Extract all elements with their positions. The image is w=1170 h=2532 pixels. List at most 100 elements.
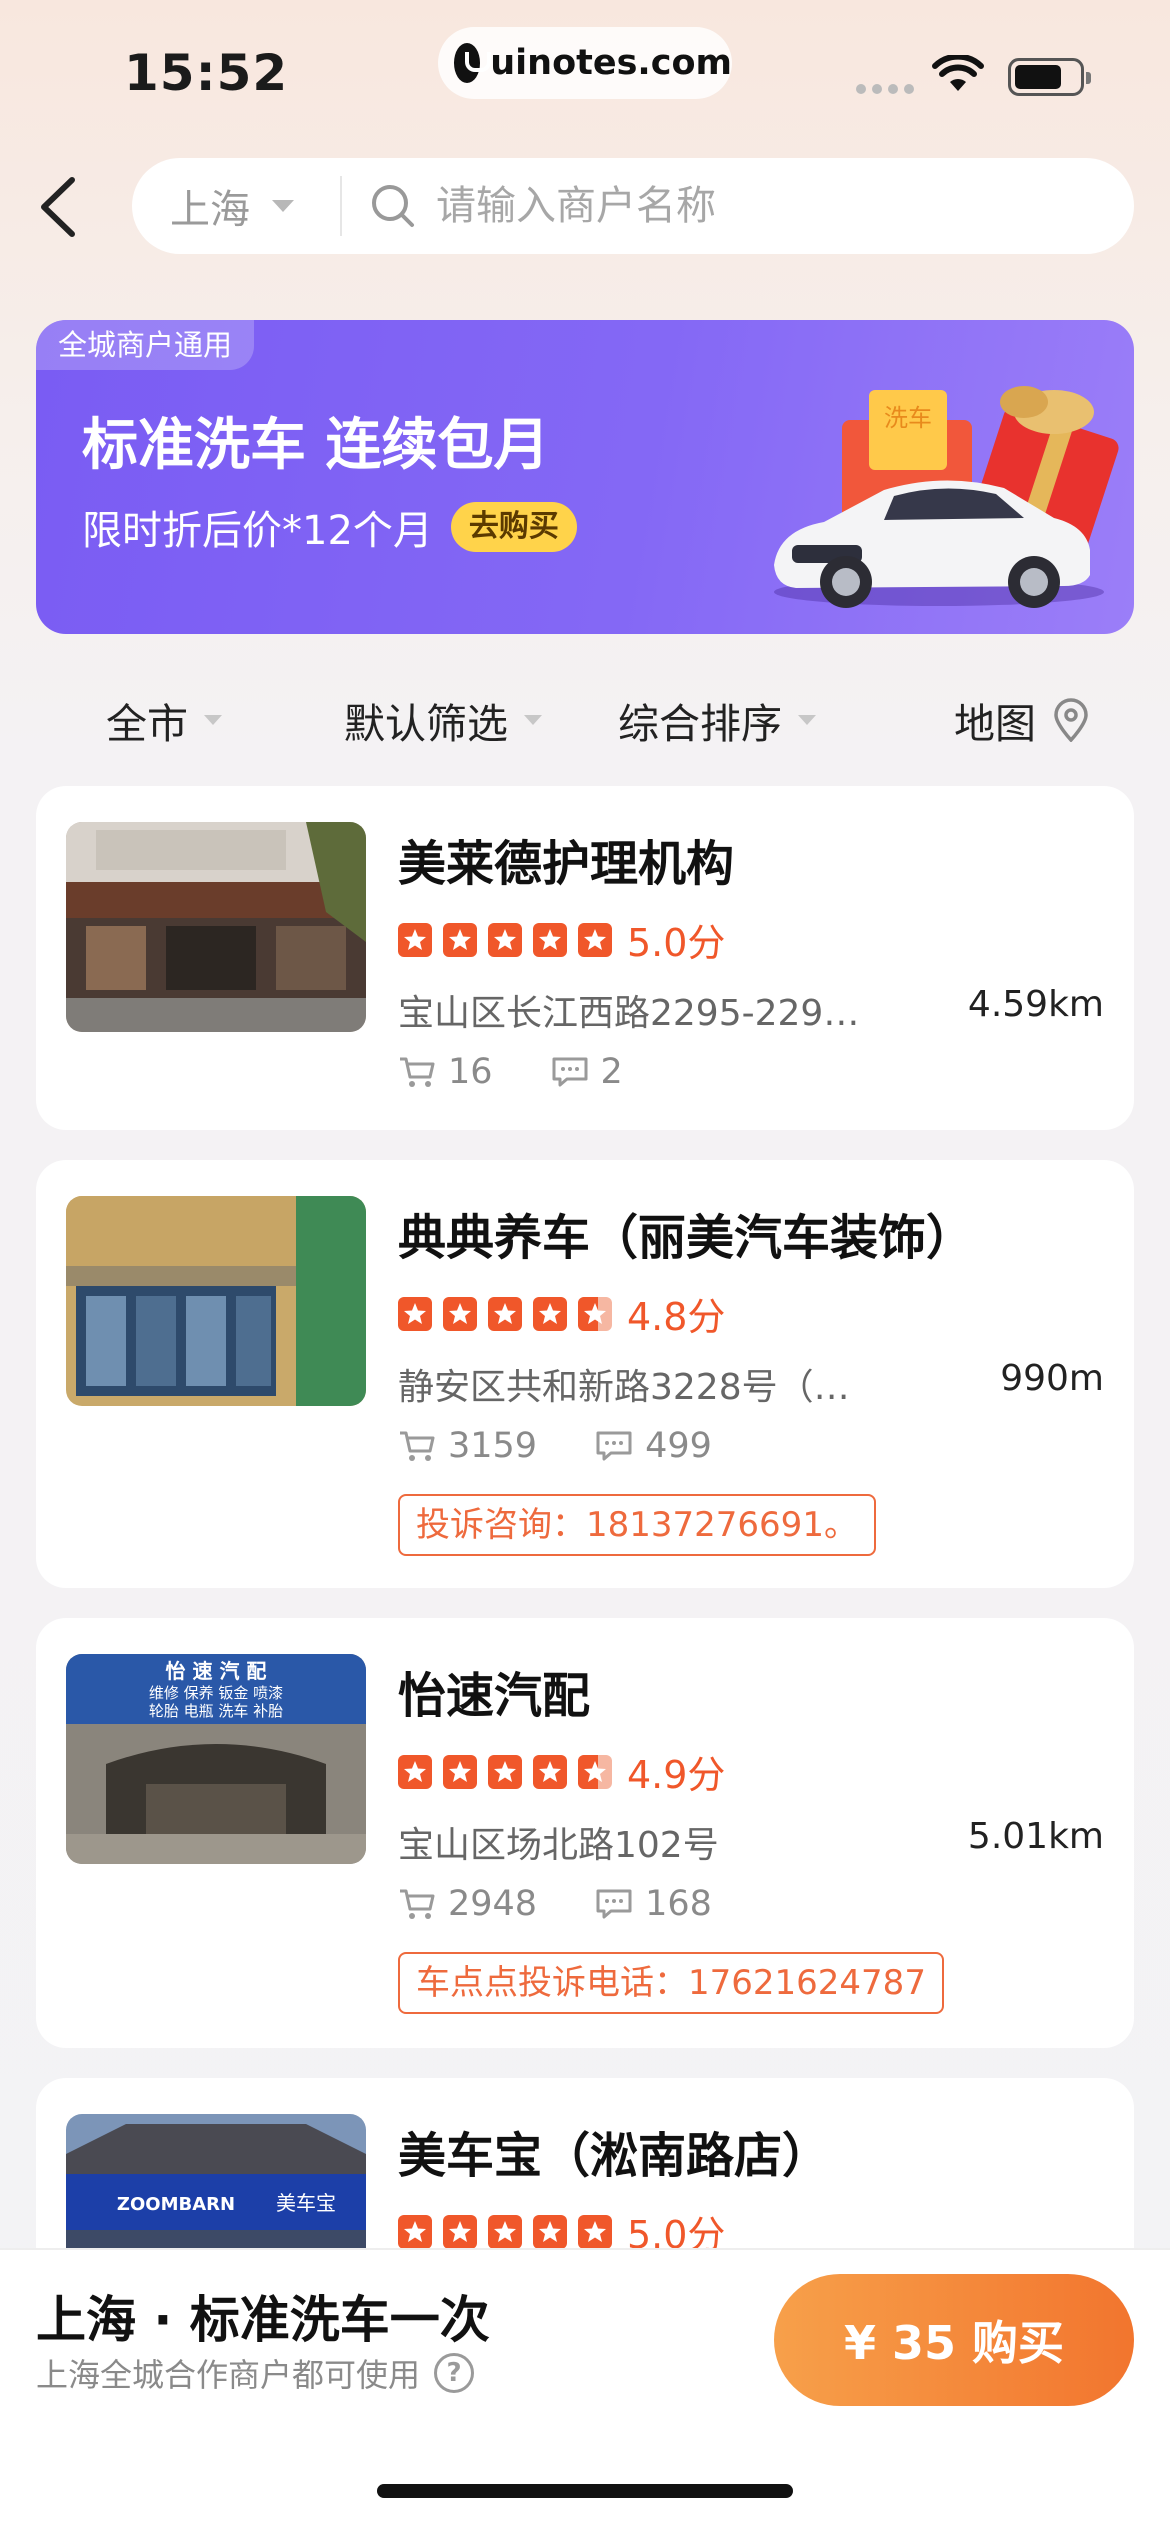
help-icon[interactable]: ? xyxy=(434,2353,475,2393)
sort-label: 综合排序 xyxy=(618,700,782,748)
star-icon xyxy=(398,2214,432,2249)
chevron-down-icon xyxy=(204,715,222,725)
url-text: uinotes.com xyxy=(490,43,732,83)
shop-distance: 4.59km xyxy=(967,984,1104,1025)
rating-stars: 4.8分 xyxy=(398,1286,725,1341)
sign-line-2: 美车宝 xyxy=(276,2191,336,2215)
star-icon xyxy=(533,922,567,957)
filter-city-label: 全市 xyxy=(106,700,188,748)
gift-card-text: 洗车 xyxy=(884,404,932,432)
status-bar: 15:52 uinotes.com xyxy=(0,0,1170,150)
star-icon xyxy=(398,1296,432,1331)
shop-stats: 2948 168 xyxy=(398,1884,770,1924)
shop-distance: 990m xyxy=(1000,1358,1104,1399)
star-icon xyxy=(578,2214,612,2249)
comment-icon xyxy=(596,1889,632,1919)
order-count: 16 xyxy=(398,1052,493,1092)
city-label: 上海 xyxy=(170,187,250,233)
cellular-signal-icon xyxy=(856,84,914,94)
complaint-notice: 投诉咨询：18137276691。 xyxy=(398,1494,876,1556)
star-icon xyxy=(488,1754,522,1789)
shop-stats: 3159 499 xyxy=(398,1426,770,1466)
shop-stats: 16 2 xyxy=(398,1052,681,1092)
product-title: 上海 · 标准洗车一次 xyxy=(36,2291,490,2349)
back-arrow-icon[interactable] xyxy=(30,172,90,242)
shop-name: 美莱德护理机构 xyxy=(398,836,735,892)
battery-icon xyxy=(1008,58,1091,96)
star-icon xyxy=(533,2214,567,2249)
banner-subtitle-text: 限时折后价*12个月 xyxy=(82,508,433,554)
site-logo-icon xyxy=(454,43,492,83)
star-icon xyxy=(488,922,522,957)
url-pill[interactable]: uinotes.com xyxy=(438,27,732,99)
shop-name: 怡速汽配 xyxy=(398,1668,591,1724)
banner-title: 标准洗车 连续包月 xyxy=(82,413,550,478)
comment-icon xyxy=(596,1431,632,1461)
sign-line-1: 怡 速 汽 配 xyxy=(166,1659,267,1683)
map-label: 地图 xyxy=(954,700,1036,748)
rating-score: 4.9分 xyxy=(627,1753,726,1797)
search-input[interactable] xyxy=(436,183,1056,229)
star-icon xyxy=(443,1296,477,1331)
search-icon xyxy=(372,185,414,227)
filter-city-dropdown[interactable]: 全市 xyxy=(106,690,222,750)
star-icon xyxy=(398,1754,432,1789)
banner-subtitle: 限时折后价*12个月 去购买 xyxy=(82,498,577,556)
rating-score: 5.0分 xyxy=(627,921,726,965)
star-icon xyxy=(398,922,432,957)
shop-card[interactable]: 怡 速 汽 配 维修 保养 钣金 喷漆 轮胎 电瓶 洗车 补胎 怡速汽配 4.9… xyxy=(36,1618,1134,2048)
shop-photo xyxy=(66,822,366,1032)
star-icon xyxy=(578,922,612,957)
buy-button[interactable]: ¥ 35 购买 xyxy=(774,2274,1134,2406)
comment-count: 168 xyxy=(595,1884,712,1924)
complaint-notice: 车点点投诉电话：17621624787 xyxy=(398,1952,944,2014)
star-icon xyxy=(443,922,477,957)
chevron-down-icon xyxy=(798,715,816,725)
banner-buy-button[interactable]: 去购买 xyxy=(450,502,577,552)
order-count: 3159 xyxy=(398,1426,537,1466)
home-indicator xyxy=(377,2484,793,2498)
filter-default-dropdown[interactable]: 默认筛选 xyxy=(344,690,542,750)
map-button[interactable]: 地图 xyxy=(954,690,1090,750)
star-icon xyxy=(443,1754,477,1789)
half-star-icon xyxy=(578,1296,612,1331)
order-count: 2948 xyxy=(398,1884,537,1924)
promo-banner[interactable]: 全城商户通用 标准洗车 连续包月 限时折后价*12个月 去购买 洗车 xyxy=(36,320,1134,634)
rating-stars: 5.0分 xyxy=(398,912,725,967)
sign-line-1: ZOOMBARN xyxy=(117,2194,235,2215)
star-icon xyxy=(488,2214,522,2249)
shop-distance: 5.01km xyxy=(967,1816,1104,1857)
location-pin-icon xyxy=(1054,698,1088,742)
shop-address: 宝山区长江西路2295-2297号 xyxy=(398,993,878,1034)
rating-score: 4.8分 xyxy=(627,1295,726,1339)
comment-count: 2 xyxy=(551,1052,623,1092)
star-icon xyxy=(488,1296,522,1331)
comment-icon xyxy=(552,1057,588,1087)
filter-default-label: 默认筛选 xyxy=(344,700,508,748)
shop-address: 静安区共和新路3228号（… xyxy=(398,1367,850,1408)
comment-count: 499 xyxy=(595,1426,712,1466)
star-icon xyxy=(533,1296,567,1331)
shop-name: 典典养车（丽美汽车装饰） xyxy=(398,1210,975,1266)
rating-stars: 4.9分 xyxy=(398,1744,725,1799)
search-bar: 上海 xyxy=(132,158,1134,254)
shop-card[interactable]: 典典养车（丽美汽车装饰） 4.8分 静安区共和新路3228号（… 990m 31… xyxy=(36,1160,1134,1588)
star-icon xyxy=(443,2214,477,2249)
car-gift-illustration: 洗车 xyxy=(774,386,1119,608)
shop-name: 美车宝（淞南路店） xyxy=(398,2128,831,2184)
city-selector[interactable]: 上海 xyxy=(132,176,342,236)
status-time: 15:52 xyxy=(124,44,289,102)
cart-icon xyxy=(400,1889,435,1919)
sign-line-2: 维修 保养 钣金 喷漆 xyxy=(149,1684,283,1702)
star-icon xyxy=(533,1754,567,1789)
sort-dropdown[interactable]: 综合排序 xyxy=(618,690,816,750)
cart-icon xyxy=(400,1057,435,1087)
sign-line-3: 轮胎 电瓶 洗车 补胎 xyxy=(149,1702,283,1720)
shop-photo xyxy=(66,1196,366,1406)
banner-tag: 全城商户通用 xyxy=(36,320,255,370)
shop-card[interactable]: 美莱德护理机构 5.0分 宝山区长江西路2295-2297号 4.59km 16… xyxy=(36,786,1134,1130)
chevron-down-icon xyxy=(272,200,294,212)
shop-address: 宝山区场北路102号 xyxy=(398,1825,719,1866)
cart-icon xyxy=(400,1431,435,1461)
shop-photo: 怡 速 汽 配 维修 保养 钣金 喷漆 轮胎 电瓶 洗车 补胎 xyxy=(66,1654,366,1864)
